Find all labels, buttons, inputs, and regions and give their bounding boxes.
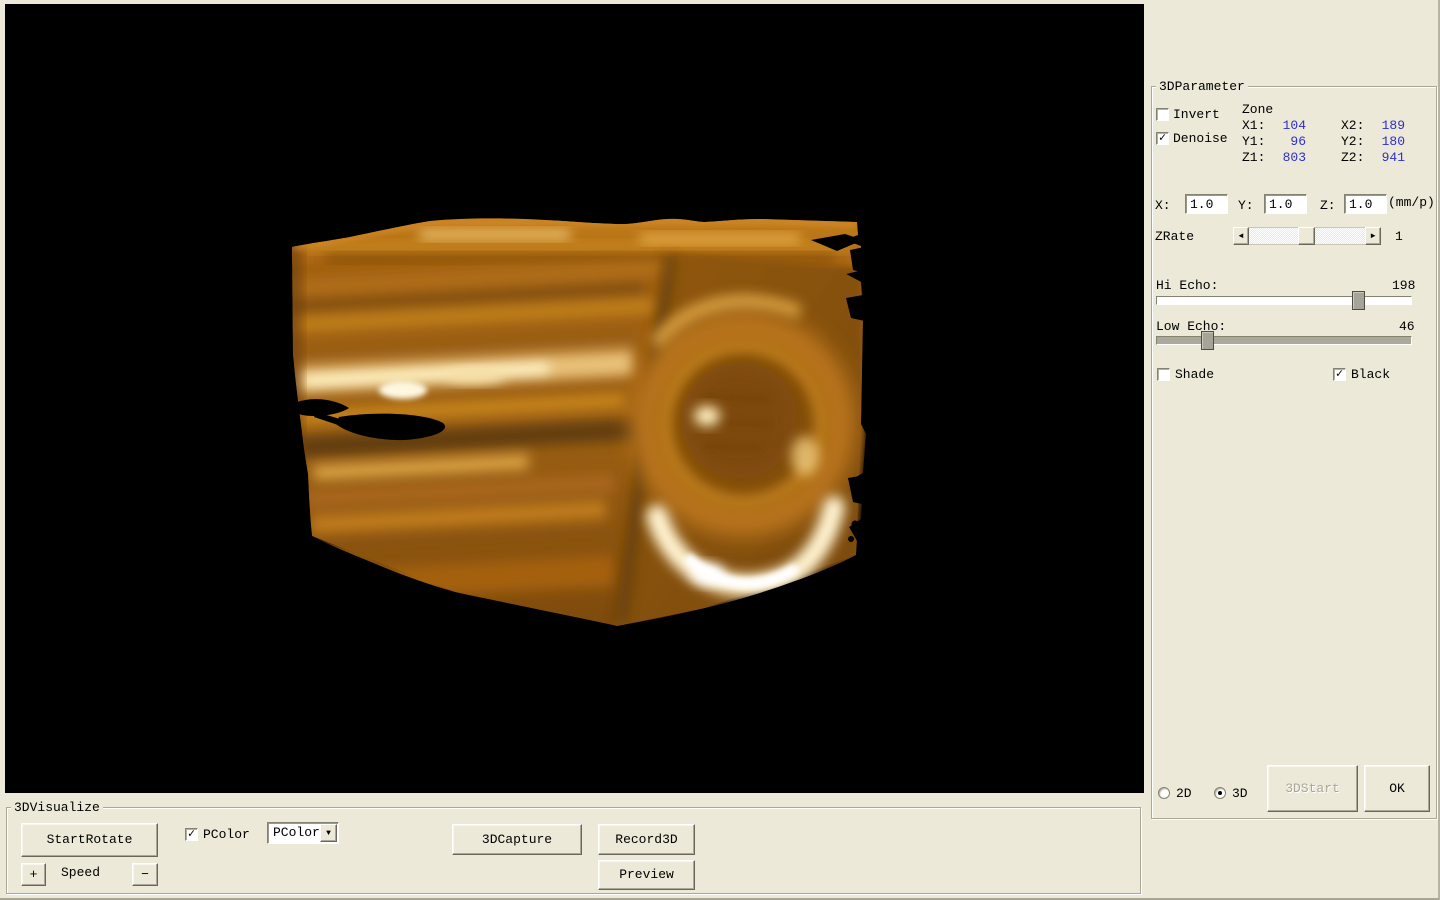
scale-z-label: Z: [1320,198,1336,213]
black-checkbox[interactable]: ✓ [1333,368,1346,381]
mode-2d-radio[interactable] [1158,787,1170,799]
ok-button[interactable]: OK [1364,765,1430,812]
zrate-scroll-left-button[interactable]: ◄ [1233,227,1249,245]
zone-label: Zone [1242,102,1273,117]
zrate-value: 1 [1395,229,1403,244]
arrow-right-icon: ► [1371,232,1376,241]
black-check-icon: ✓ [1336,367,1343,381]
3dstart-button[interactable]: 3DStart [1267,765,1358,812]
zrate-scroll-thumb[interactable] [1298,227,1315,245]
zrate-scrollbar: ◄ ► [1233,227,1381,245]
zone-x2-value: 189 [1373,118,1405,133]
scale-x-input[interactable] [1185,194,1228,214]
denoise-check-icon: ✓ [1159,131,1166,145]
low-echo-value: 46 [1399,319,1415,334]
black-label: Black [1351,367,1390,382]
pcolor-checkbox[interactable]: ✓ [185,828,198,841]
volume-render-image [5,4,1144,793]
zone-y2-label: Y2: [1341,134,1364,149]
render-viewport[interactable] [5,4,1144,793]
denoise-checkbox[interactable]: ✓ [1156,132,1169,145]
invert-label: Invert [1173,107,1220,122]
scale-x-label: X: [1155,198,1171,213]
mode-2d-label: 2D [1176,786,1192,801]
pcolor-combo-dropdown-button[interactable]: ▼ [320,824,337,842]
pcolor-combobox[interactable]: PColor ▼ [267,822,339,844]
visualize-groupbox: 3DVisualize StartRotate ✓ PColor PColor … [6,807,1141,894]
parameter-groupbox: 3DParameter Invert ✓ Denoise Zone X1: 10… [1151,86,1437,819]
low-echo-slider-track[interactable] [1156,336,1412,345]
zone-z1-label: Z1: [1242,150,1265,165]
zone-z2-label: Z2: [1341,150,1364,165]
zone-y1-label: Y1: [1242,134,1265,149]
zone-x1-label: X1: [1242,118,1265,133]
zone-y2-value: 180 [1373,134,1405,149]
pcolor-check-icon: ✓ [188,827,195,841]
parameter-group-title: 3DParameter [1156,79,1248,94]
scale-y-label: Y: [1238,198,1254,213]
shade-label: Shade [1175,367,1214,382]
hi-echo-slider-track[interactable] [1156,296,1412,305]
mode-3d-label: 3D [1232,786,1248,801]
visualize-group-title: 3DVisualize [11,800,103,815]
speed-minus-button[interactable]: − [132,863,158,886]
speed-plus-button[interactable]: + [21,863,46,886]
hi-echo-value: 198 [1392,278,1415,293]
mode-3d-radio[interactable] [1214,787,1226,799]
arrow-down-icon: ▼ [326,829,331,838]
zrate-scroll-right-button[interactable]: ► [1365,227,1381,245]
shade-checkbox[interactable] [1157,368,1170,381]
radio-dot-icon [1218,791,1222,795]
preview-button[interactable]: Preview [598,860,695,890]
zone-y1-value: 96 [1274,134,1306,149]
zone-z1-value: 803 [1274,150,1306,165]
arrow-left-icon: ◄ [1239,232,1244,241]
zone-z2-value: 941 [1373,150,1405,165]
low-echo-slider-thumb[interactable] [1201,331,1214,350]
hi-echo-slider-thumb[interactable] [1352,291,1365,310]
start-rotate-button[interactable]: StartRotate [21,823,158,857]
scale-z-input[interactable] [1344,194,1387,214]
scale-y-input[interactable] [1264,194,1307,214]
low-echo-label: Low Echo: [1156,319,1226,334]
record3d-button[interactable]: Record3D [598,824,695,855]
scale-unit-label: (mm/p) [1388,195,1435,210]
speed-label: Speed [61,865,100,880]
denoise-label: Denoise [1173,131,1228,146]
zrate-label: ZRate [1155,229,1194,244]
pcolor-label: PColor [203,827,250,842]
hi-echo-label: Hi Echo: [1156,278,1218,293]
zone-x2-label: X2: [1341,118,1364,133]
3dcapture-button[interactable]: 3DCapture [452,824,582,855]
pcolor-combo-value: PColor [273,825,320,840]
zone-x1-value: 104 [1274,118,1306,133]
invert-checkbox[interactable] [1156,108,1169,121]
